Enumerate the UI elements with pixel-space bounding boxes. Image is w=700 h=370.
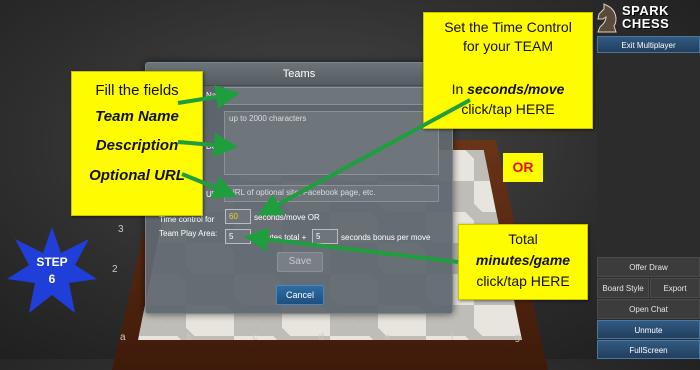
url-label: URL: [206,190,225,199]
seconds-per-move-label: seconds/move OR [254,213,320,222]
step-badge: STEP 6 [5,225,99,319]
or-badge: OR [503,153,543,182]
minutes-line1: Total [508,231,538,247]
team-name-hint: Team Name [95,108,179,125]
file-label-a: a [120,332,126,343]
file-label-f: f [450,332,454,343]
bonus-seconds-input[interactable]: 5 [312,229,338,244]
file-label-c: c [252,332,258,343]
time-control-label: Time control for [159,215,215,224]
open-chat-button[interactable]: Open Chat [597,299,700,319]
logo-line-chess: CHESS [622,16,670,31]
time-control-line3-prefix: In [451,81,468,97]
description-hint: Description [95,137,179,154]
knight-logo-icon [597,3,617,33]
exit-multiplayer-button[interactable]: Exit Multiplayer [597,36,700,53]
cancel-button[interactable]: Cancel [276,285,324,305]
minutes-line3: click/tap HERE [476,273,570,289]
rank-label-3: 3 [118,224,124,235]
description-textarea[interactable]: up to 2000 characters [224,111,439,175]
export-button[interactable]: Export [650,278,700,298]
sparkchess-logo: SPARK CHESS [592,2,700,34]
seconds-per-move-hint: seconds/move [467,81,565,97]
time-control-line1: Set the Time Control [444,19,572,35]
file-label-b: b [186,332,192,343]
bonus-seconds-label: seconds bonus per move [341,233,431,242]
side-panel: Exit Multiplayer Offer Draw Board Style … [597,36,700,359]
step-number: 6 [48,272,56,286]
minutes-per-game-hint: minutes/game [475,252,571,268]
minutes-total-label: minutes total + [254,233,307,242]
file-labels: a b c d e f g [120,332,520,343]
step-label: STEP [36,255,68,269]
save-button[interactable]: Save [277,252,323,272]
offer-draw-button[interactable]: Offer Draw [597,257,700,277]
time-control-line4: click/tap HERE [461,101,555,117]
time-control-line2: for your TEAM [463,38,553,54]
team-name-input[interactable] [224,87,439,105]
optional-url-hint: Optional URL [89,167,185,184]
board-style-button[interactable]: Board Style [597,278,649,298]
time-control-callout: Set the Time Control for your TEAM In se… [423,12,593,129]
minutes-callout: Total minutes/game click/tap HERE [458,224,588,300]
file-label-g: g [514,332,520,343]
team-play-area-label: Team Play Area: [159,229,218,238]
minutes-total-input[interactable]: 5 [225,229,251,244]
file-label-d: d [318,332,324,343]
logo-text: SPARK CHESS [622,4,669,30]
fill-fields-callout: Fill the fields Team Name Description Op… [71,71,203,216]
rank-label-2: 2 [112,264,118,275]
fill-fields-heading: Fill the fields [95,82,179,99]
fullscreen-button[interactable]: FullScreen [597,340,700,359]
time-control-line3: In seconds/move [424,81,592,97]
url-input[interactable]: URL of optional site, Facebook page, etc… [224,185,439,202]
unmute-button[interactable]: Unmute [597,320,700,339]
file-label-e: e [384,332,391,343]
seconds-per-move-input[interactable]: 60 [225,209,251,224]
